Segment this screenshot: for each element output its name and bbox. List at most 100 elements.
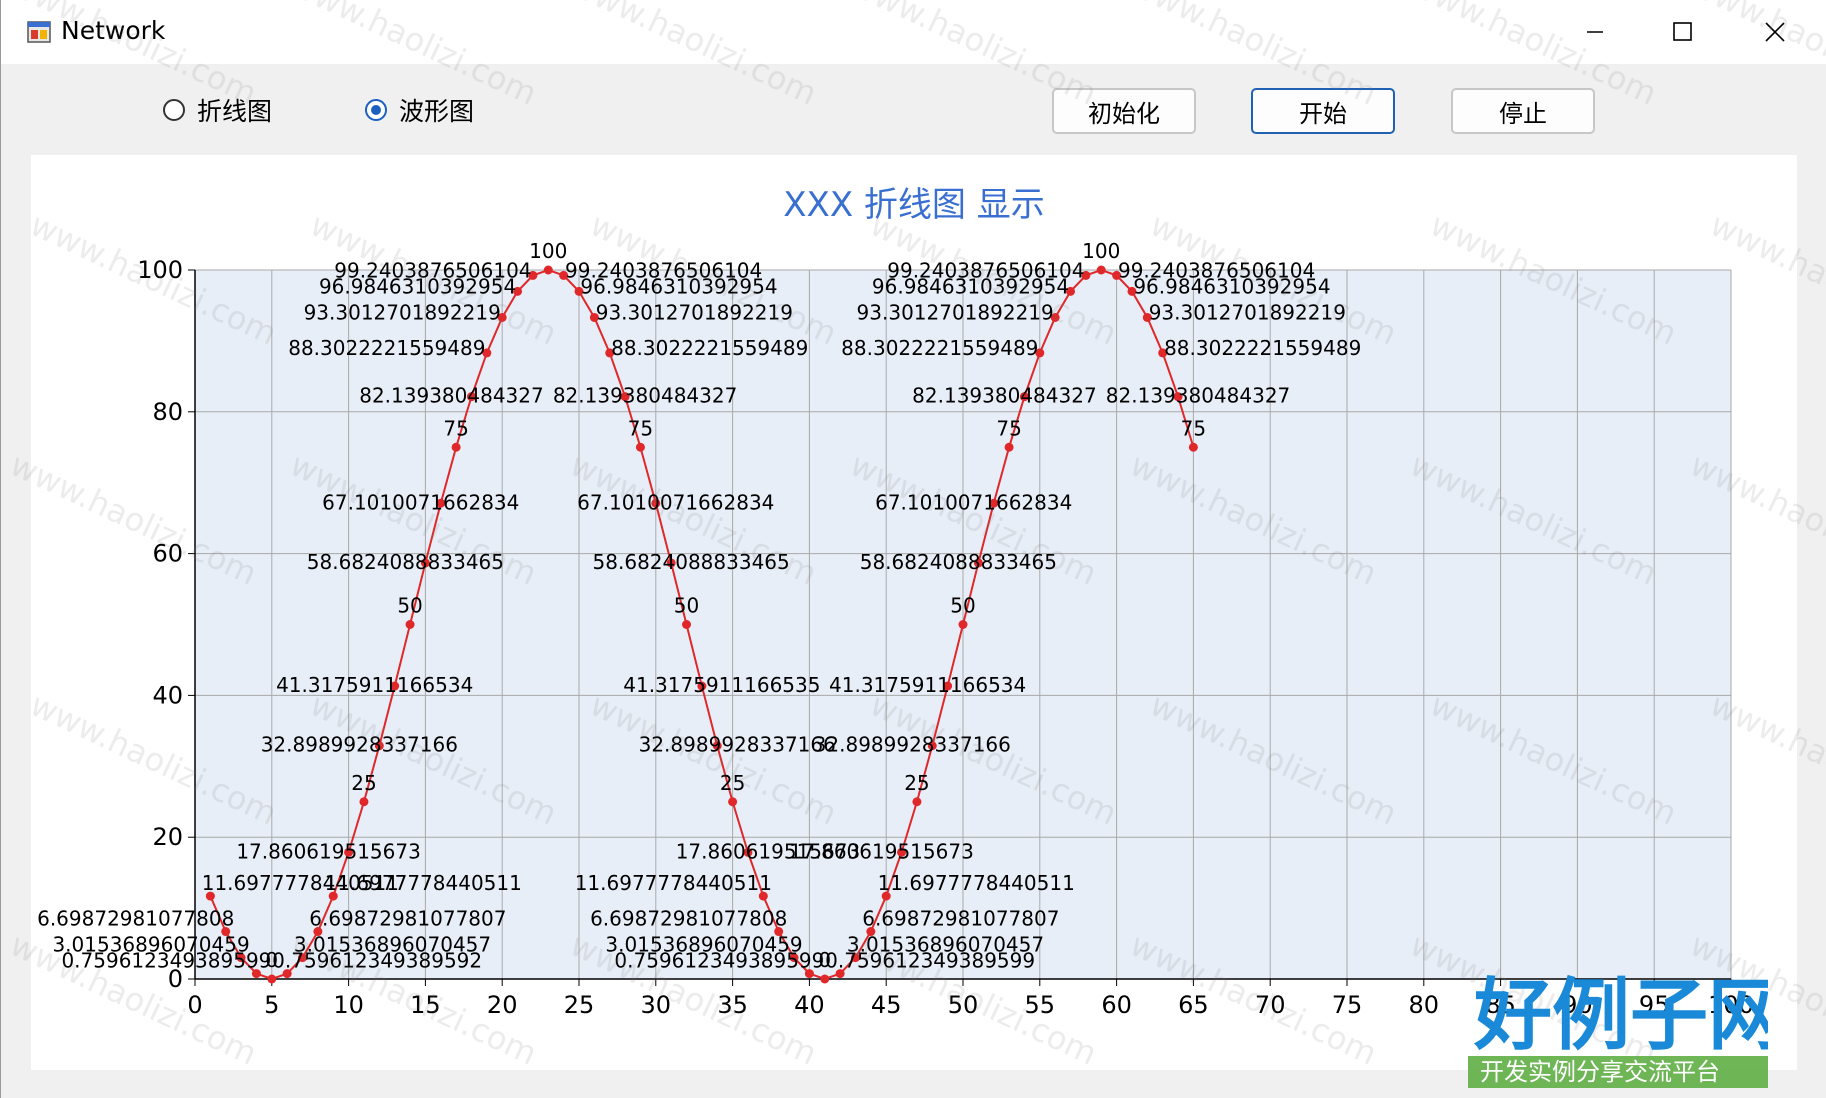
minimize-icon xyxy=(1587,31,1603,33)
data-label: 93.3012701892219 xyxy=(596,300,793,324)
data-label: 82.139380484327 xyxy=(359,384,544,408)
data-label: 25 xyxy=(720,771,745,795)
data-label: 75 xyxy=(443,416,468,440)
data-label: 41.3175911166535 xyxy=(623,673,820,697)
data-label: 6.69872981077807 xyxy=(862,907,1059,931)
data-label: 82.139380484327 xyxy=(912,384,1097,408)
x-tick-label: 50 xyxy=(948,991,979,1019)
data-label: 67.1010071662834 xyxy=(875,490,1072,514)
data-point xyxy=(451,442,461,452)
close-icon xyxy=(1765,22,1785,42)
x-tick-label: 15 xyxy=(410,991,441,1019)
y-tick-label: 20 xyxy=(152,823,183,851)
data-label: 58.6824088833465 xyxy=(593,550,790,574)
y-tick-label: 60 xyxy=(152,540,183,568)
data-label: 0.759612349389599 xyxy=(61,949,271,973)
data-label: 75 xyxy=(996,416,1021,440)
data-label: 17.860619515673 xyxy=(236,839,421,863)
x-tick-label: 60 xyxy=(1101,991,1132,1019)
minimize-button[interactable] xyxy=(1549,0,1641,64)
x-tick-label: 70 xyxy=(1255,991,1286,1019)
data-label: 6.69872981077808 xyxy=(590,907,787,931)
data-label: 99.2403876506104 xyxy=(334,258,531,282)
line-chart: 0 5 10 15 20 25 30 35 40 45 50 55 60 65 70 75 80 85 90 95 10… xyxy=(37,239,1754,1019)
data-label: 82.139380484327 xyxy=(1106,384,1291,408)
data-point xyxy=(405,620,415,629)
data-label: 88.3022221559489 xyxy=(288,336,485,360)
data-label: 82.139380484327 xyxy=(553,384,738,408)
data-point xyxy=(820,974,830,984)
data-label: 67.1010071662834 xyxy=(577,490,774,514)
data-point xyxy=(267,974,277,984)
app-icon xyxy=(27,21,51,43)
stop-button[interactable]: 停止 xyxy=(1451,88,1595,134)
data-point xyxy=(912,797,922,807)
y-tick-label: 40 xyxy=(152,681,183,709)
chart-panel: XXX 折线图 显示 0 5 10 15 20 25 30 35 40 45 50 55 60 65 70 7… xyxy=(31,155,1797,1070)
data-label: 88.3022221559489 xyxy=(611,336,808,360)
x-tick-label: 5 xyxy=(264,991,279,1019)
x-tick-label: 80 xyxy=(1409,991,1440,1019)
data-label: 99.2403876506104 xyxy=(887,258,1084,282)
x-tick-label: 10 xyxy=(333,991,364,1019)
data-label: 32.8989928337166 xyxy=(814,733,1011,757)
x-tick-label: 65 xyxy=(1178,991,1209,1019)
site-logo: 好例子网 开发实例分享交流平台 xyxy=(1468,971,1768,1088)
data-point xyxy=(1188,442,1198,452)
data-label: 75 xyxy=(1181,416,1206,440)
window-title: Network xyxy=(61,16,166,45)
data-label: 3.01536896070457 xyxy=(847,933,1044,957)
data-label: 25 xyxy=(904,771,929,795)
radio-label: 波形图 xyxy=(399,97,475,126)
data-label: 6.69872981077807 xyxy=(309,907,506,931)
start-button[interactable]: 开始 xyxy=(1251,88,1395,134)
radio-wave-chart[interactable]: 波形图 xyxy=(365,92,474,128)
close-button[interactable] xyxy=(1729,0,1821,64)
y-tick-label: 100 xyxy=(137,256,183,284)
logo-main-text: 好例子网 xyxy=(1473,971,1768,1061)
data-label: 41.3175911166534 xyxy=(276,673,473,697)
maximize-icon xyxy=(1673,22,1692,41)
data-point xyxy=(728,797,738,807)
data-label: 88.3022221559489 xyxy=(1164,336,1361,360)
radio-circle[interactable] xyxy=(163,99,185,121)
data-point xyxy=(359,797,369,807)
radio-line-chart[interactable]: 折线图 xyxy=(163,92,272,128)
data-label: 67.1010071662834 xyxy=(322,490,519,514)
data-point xyxy=(1004,442,1014,452)
x-tick-label: 35 xyxy=(717,991,748,1019)
init-button[interactable]: 初始化 xyxy=(1052,88,1196,134)
data-label: 11.6977778440511 xyxy=(325,871,522,895)
data-label: 32.8989928337166 xyxy=(261,733,458,757)
data-label: 75 xyxy=(628,416,653,440)
x-tick-label: 40 xyxy=(794,991,825,1019)
data-label: 93.3012701892219 xyxy=(1149,300,1346,324)
radio-label: 折线图 xyxy=(197,97,273,126)
data-label: 100 xyxy=(1082,239,1120,263)
data-label: 50 xyxy=(674,594,699,618)
data-label: 96.9846310392954 xyxy=(580,274,777,298)
data-label: 58.6824088833465 xyxy=(860,550,1057,574)
data-point xyxy=(1096,265,1106,275)
data-label: 25 xyxy=(351,771,376,795)
x-tick-label: 0 xyxy=(187,991,202,1019)
radio-circle-selected[interactable] xyxy=(365,99,387,121)
data-label: 11.6977778440511 xyxy=(575,871,772,895)
title-bar[interactable]: Network xyxy=(1,0,1826,64)
data-point xyxy=(958,620,968,629)
data-label: 32.8989928337166 xyxy=(639,733,836,757)
x-tick-label: 75 xyxy=(1332,991,1363,1019)
maximize-button[interactable] xyxy=(1637,0,1729,64)
data-label: 58.6824088833465 xyxy=(307,550,504,574)
data-label: 0.759612349389599 xyxy=(614,949,824,973)
data-label: 100 xyxy=(529,239,567,263)
data-label: 93.3012701892219 xyxy=(304,300,501,324)
x-tick-label: 20 xyxy=(487,991,518,1019)
data-label: 6.69872981077808 xyxy=(37,907,234,931)
data-label: 3.01536896070457 xyxy=(294,933,491,957)
data-point xyxy=(635,442,645,452)
logo-sub-text: 开发实例分享交流平台 xyxy=(1480,1058,1720,1086)
data-label: 41.3175911166534 xyxy=(829,673,1026,697)
x-tick-label: 55 xyxy=(1025,991,1056,1019)
data-point xyxy=(543,265,553,275)
